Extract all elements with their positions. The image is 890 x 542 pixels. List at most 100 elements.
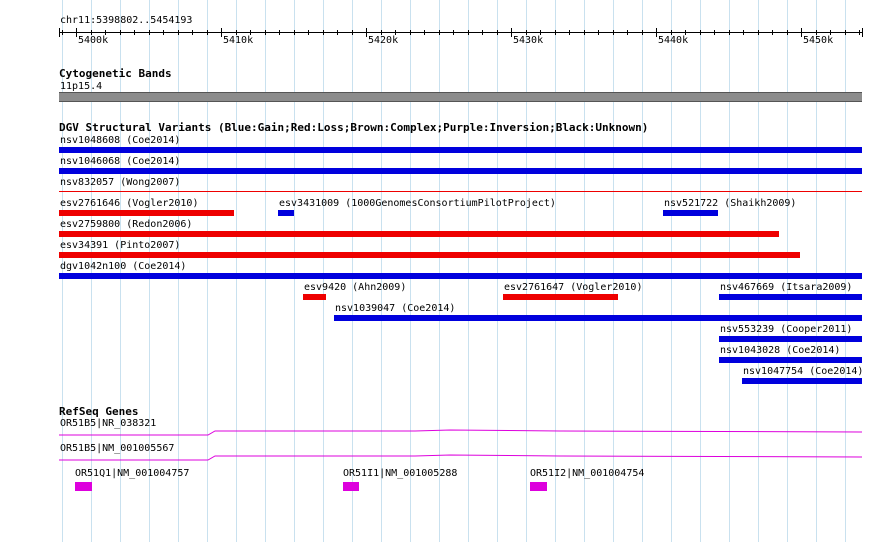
ruler-major-tick xyxy=(366,28,367,37)
ruler-minor-tick xyxy=(279,30,280,35)
ruler-axis xyxy=(59,32,862,33)
dgv-feature-label[interactable]: nsv1048608 (Coe2014) xyxy=(60,135,180,146)
dgv-feature-bar[interactable] xyxy=(719,336,862,342)
dgv-track-title[interactable]: DGV Structural Variants (Blue:Gain;Red:L… xyxy=(59,122,648,134)
cytoband-track-title[interactable]: Cytogenetic Bands xyxy=(59,68,172,80)
refseq-exon-block[interactable] xyxy=(75,482,92,491)
dgv-feature-bar[interactable] xyxy=(59,168,862,174)
dgv-feature-bar[interactable] xyxy=(303,294,326,300)
ruler-major-tick xyxy=(511,28,512,37)
grid-line xyxy=(352,0,353,542)
grid-line xyxy=(381,0,382,542)
dgv-feature-label[interactable]: dgv1042n100 (Coe2014) xyxy=(60,261,186,272)
dgv-feature-bar[interactable] xyxy=(278,210,294,216)
dgv-feature-label[interactable]: nsv467669 (Itsara2009) xyxy=(720,282,852,293)
grid-line xyxy=(410,0,411,542)
ruler-minor-tick xyxy=(192,30,193,35)
dgv-feature-label[interactable]: nsv832057 (Wong2007) xyxy=(60,177,180,188)
grid-line xyxy=(816,0,817,542)
grid-line xyxy=(207,0,208,542)
ruler-tick-label: 5420k xyxy=(368,35,399,46)
grid-line xyxy=(468,0,469,542)
ruler-minor-tick xyxy=(569,30,570,35)
dgv-feature-bar[interactable] xyxy=(334,315,862,321)
ruler-minor-tick xyxy=(308,30,309,35)
ruler-minor-tick xyxy=(598,30,599,35)
refseq-gene-label[interactable]: OR51B5|NM_001005567 xyxy=(60,443,174,454)
grid-line xyxy=(439,0,440,542)
ruler-major-tick xyxy=(656,28,657,37)
grid-line xyxy=(323,0,324,542)
refseq-transcript-line[interactable] xyxy=(59,454,863,461)
dgv-feature-bar[interactable] xyxy=(59,273,862,279)
dgv-feature-bar[interactable] xyxy=(59,252,800,258)
dgv-feature-label[interactable]: esv34391 (Pinto2007) xyxy=(60,240,180,251)
grid-line xyxy=(671,0,672,542)
dgv-feature-bar[interactable] xyxy=(59,147,862,153)
dgv-feature-label[interactable]: nsv521722 (Shaikh2009) xyxy=(664,198,796,209)
dgv-feature-label[interactable]: nsv553239 (Cooper2011) xyxy=(720,324,852,335)
dgv-feature-bar[interactable] xyxy=(59,210,234,216)
refseq-gene-label[interactable]: OR51I1|NM_001005288 xyxy=(343,468,457,479)
refseq-exon-block[interactable] xyxy=(530,482,547,491)
ruler-minor-tick xyxy=(743,30,744,35)
grid-line xyxy=(845,0,846,542)
refseq-gene-label[interactable]: OR51B5|NR_038321 xyxy=(60,418,156,429)
ruler-major-tick xyxy=(76,28,77,37)
grid-line xyxy=(642,0,643,542)
dgv-feature-bar[interactable] xyxy=(59,231,779,237)
ruler-minor-tick xyxy=(555,30,556,35)
ruler-minor-tick xyxy=(497,30,498,35)
ruler-minor-tick xyxy=(758,30,759,35)
ruler-minor-tick xyxy=(337,30,338,35)
ruler-minor-tick xyxy=(772,30,773,35)
ruler-minor-tick xyxy=(787,30,788,35)
grid-line xyxy=(294,0,295,542)
grid-line xyxy=(729,0,730,542)
ruler-minor-tick xyxy=(207,30,208,35)
dgv-feature-label[interactable]: nsv1039047 (Coe2014) xyxy=(335,303,455,314)
ruler-minor-tick xyxy=(410,30,411,35)
refseq-track-title[interactable]: RefSeq Genes xyxy=(59,406,138,418)
dgv-feature-line[interactable] xyxy=(59,191,862,192)
ruler-minor-tick xyxy=(859,30,860,35)
dgv-feature-label[interactable]: nsv1043028 (Coe2014) xyxy=(720,345,840,356)
refseq-gene-label[interactable]: OR51Q1|NM_001004757 xyxy=(75,468,189,479)
ruler-minor-tick xyxy=(294,30,295,35)
ruler-major-tick xyxy=(221,28,222,37)
refseq-exon-block[interactable] xyxy=(343,482,359,491)
grid-line xyxy=(526,0,527,542)
dgv-feature-bar[interactable] xyxy=(719,294,862,300)
cytoband-bar[interactable] xyxy=(59,92,862,102)
dgv-feature-label[interactable]: esv2759800 (Redon2006) xyxy=(60,219,192,230)
refseq-transcript-line[interactable] xyxy=(59,429,863,436)
grid-line xyxy=(787,0,788,542)
dgv-feature-label[interactable]: esv2761646 (Vogler2010) xyxy=(60,198,198,209)
dgv-feature-bar[interactable] xyxy=(719,357,862,363)
ruler-tick-label: 5410k xyxy=(223,35,254,46)
dgv-feature-label[interactable]: esv9420 (Ahn2009) xyxy=(304,282,406,293)
dgv-feature-bar[interactable] xyxy=(663,210,718,216)
ruler-end-tick xyxy=(59,28,60,37)
ruler-minor-tick xyxy=(62,30,63,35)
ruler-minor-tick xyxy=(845,30,846,35)
ruler-tick-label: 5450k xyxy=(803,35,834,46)
grid-line xyxy=(497,0,498,542)
ruler-minor-tick xyxy=(627,30,628,35)
dgv-feature-label[interactable]: esv2761647 (Vogler2010) xyxy=(504,282,642,293)
ruler-minor-tick xyxy=(613,30,614,35)
ruler-minor-tick xyxy=(178,30,179,35)
refseq-gene-label[interactable]: OR51I2|NM_001004754 xyxy=(530,468,644,479)
ruler-minor-tick xyxy=(352,30,353,35)
ruler-minor-tick xyxy=(424,30,425,35)
dgv-feature-bar[interactable] xyxy=(503,294,618,300)
dgv-feature-label[interactable]: esv3431009 (1000GenomesConsortiumPilotPr… xyxy=(279,198,556,209)
ruler-tick-label: 5440k xyxy=(658,35,689,46)
dgv-feature-label[interactable]: nsv1046068 (Coe2014) xyxy=(60,156,180,167)
dgv-feature-label[interactable]: nsv1047754 (Coe2014) xyxy=(743,366,863,377)
dgv-feature-bar[interactable] xyxy=(742,378,862,384)
ruler-tick-label: 5400k xyxy=(78,35,109,46)
genome-browser-view: chr11:5398802..5454193 5400k 5410k 5420k 54… xyxy=(0,0,890,542)
ruler-minor-tick xyxy=(453,30,454,35)
ruler-minor-tick xyxy=(584,30,585,35)
